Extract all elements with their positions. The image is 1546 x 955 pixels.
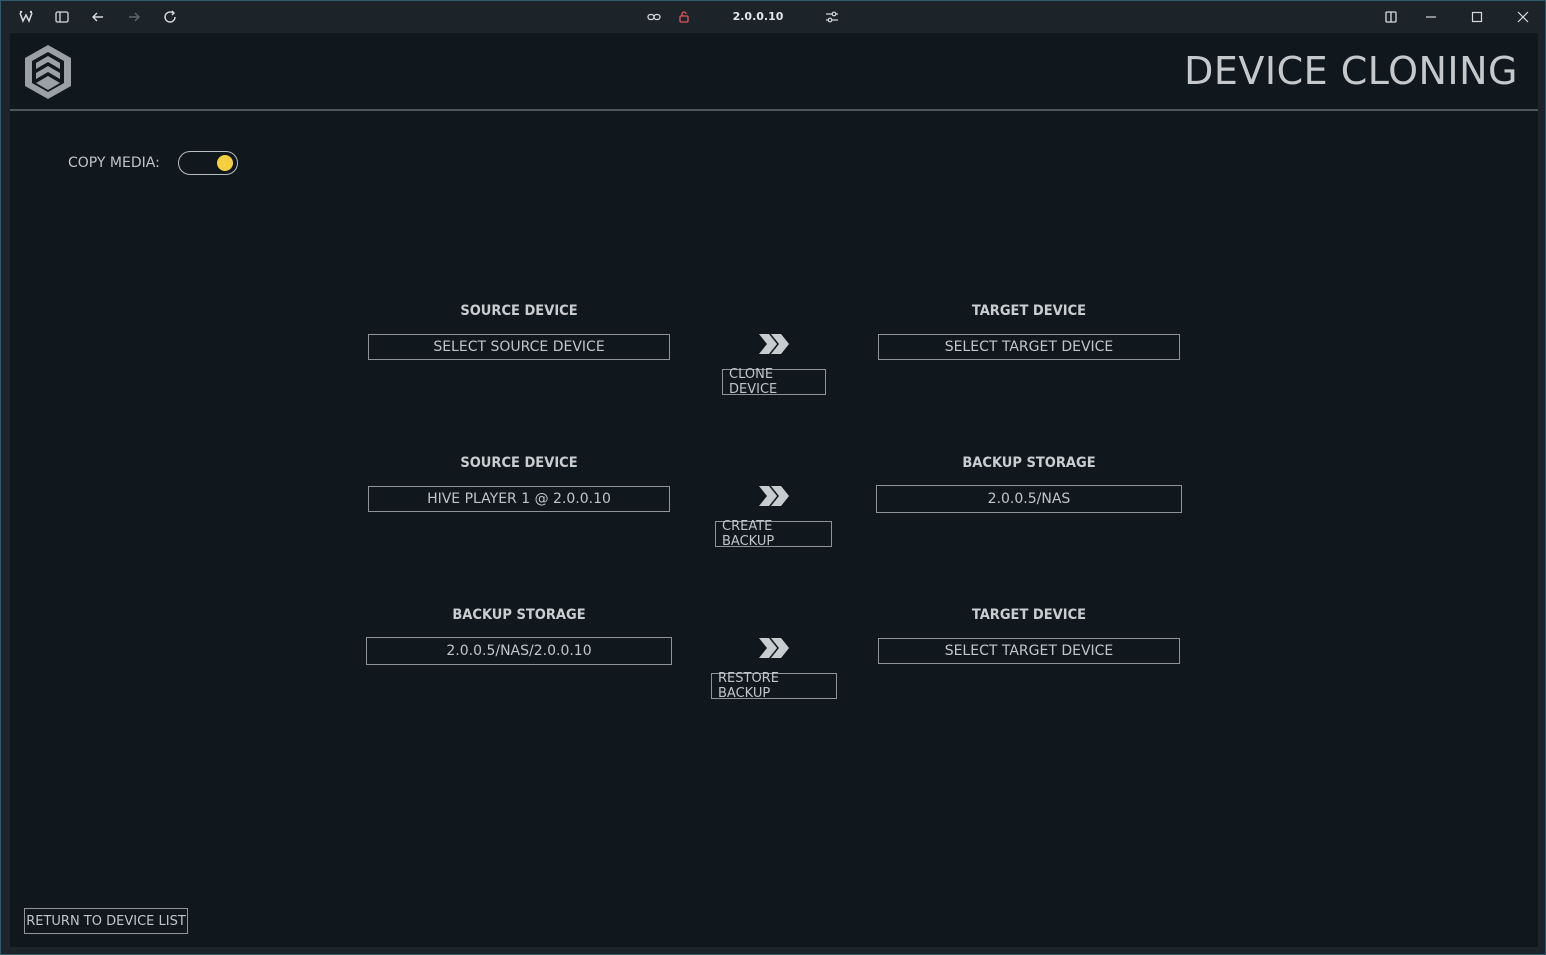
row1-target-device-select[interactable]: SELECT TARGET DEVICE — [878, 334, 1180, 360]
row2-source-device-select[interactable]: HIVE PLAYER 1 @ 2.0.0.10 — [368, 486, 670, 512]
browser-titlebar: 2.0.0.10 — [1, 1, 1545, 33]
row3-backup-storage-select[interactable]: 2.0.0.5/NAS/2.0.0.10 — [366, 637, 672, 665]
reload-icon[interactable] — [161, 8, 179, 26]
split-view-icon[interactable] — [1382, 8, 1400, 26]
address-bar-url[interactable]: 2.0.0.10 — [718, 10, 798, 23]
back-icon[interactable] — [89, 8, 107, 26]
minimize-icon[interactable] — [1422, 8, 1440, 26]
copy-media-label: COPY MEDIA: — [68, 155, 160, 171]
hive-shield-logo-icon — [25, 45, 71, 99]
page-title: DEVICE CLONING — [1184, 49, 1518, 93]
row2-backup-storage-select[interactable]: 2.0.0.5/NAS — [876, 485, 1182, 513]
toggle-knob — [217, 155, 233, 171]
lock-icon[interactable] — [675, 8, 693, 26]
row1-right-label: TARGET DEVICE — [971, 303, 1087, 319]
clone-device-button[interactable]: CLONE DEVICE — [722, 367, 826, 397]
row3-right-label: TARGET DEVICE — [971, 607, 1087, 623]
site-settings-icon[interactable] — [823, 8, 841, 26]
double-chevron-right-icon — [759, 334, 789, 354]
browser-window: 2.0.0.10 DEVICE CLONING COPY MEDIA: SOUR… — [0, 0, 1546, 955]
row2-right-label: BACKUP STORAGE — [962, 455, 1096, 471]
row1-left-label: SOURCE DEVICE — [460, 303, 578, 319]
sidebar-icon[interactable] — [53, 8, 71, 26]
copy-media-toggle[interactable] — [178, 151, 238, 175]
row3-left-label: BACKUP STORAGE — [452, 607, 586, 623]
maximize-icon[interactable] — [1468, 8, 1486, 26]
app-header: DEVICE CLONING — [10, 33, 1538, 111]
row1-source-device-select[interactable]: SELECT SOURCE DEVICE — [368, 334, 670, 360]
app-logo-icon[interactable] — [17, 8, 35, 26]
double-chevron-right-icon — [759, 486, 789, 506]
link-icon[interactable] — [645, 8, 663, 26]
close-icon[interactable] — [1514, 8, 1532, 26]
forward-icon[interactable] — [125, 8, 143, 26]
restore-backup-button[interactable]: RESTORE BACKUP — [711, 671, 837, 701]
return-to-device-list-button[interactable]: RETURN TO DEVICE LIST — [24, 908, 188, 934]
row3-target-device-select[interactable]: SELECT TARGET DEVICE — [878, 638, 1180, 664]
row2-left-label: SOURCE DEVICE — [460, 455, 578, 471]
double-chevron-right-icon — [759, 638, 789, 658]
create-backup-button[interactable]: CREATE BACKUP — [715, 519, 832, 549]
app-content: DEVICE CLONING COPY MEDIA: SOURCE DEVICE… — [10, 33, 1538, 947]
